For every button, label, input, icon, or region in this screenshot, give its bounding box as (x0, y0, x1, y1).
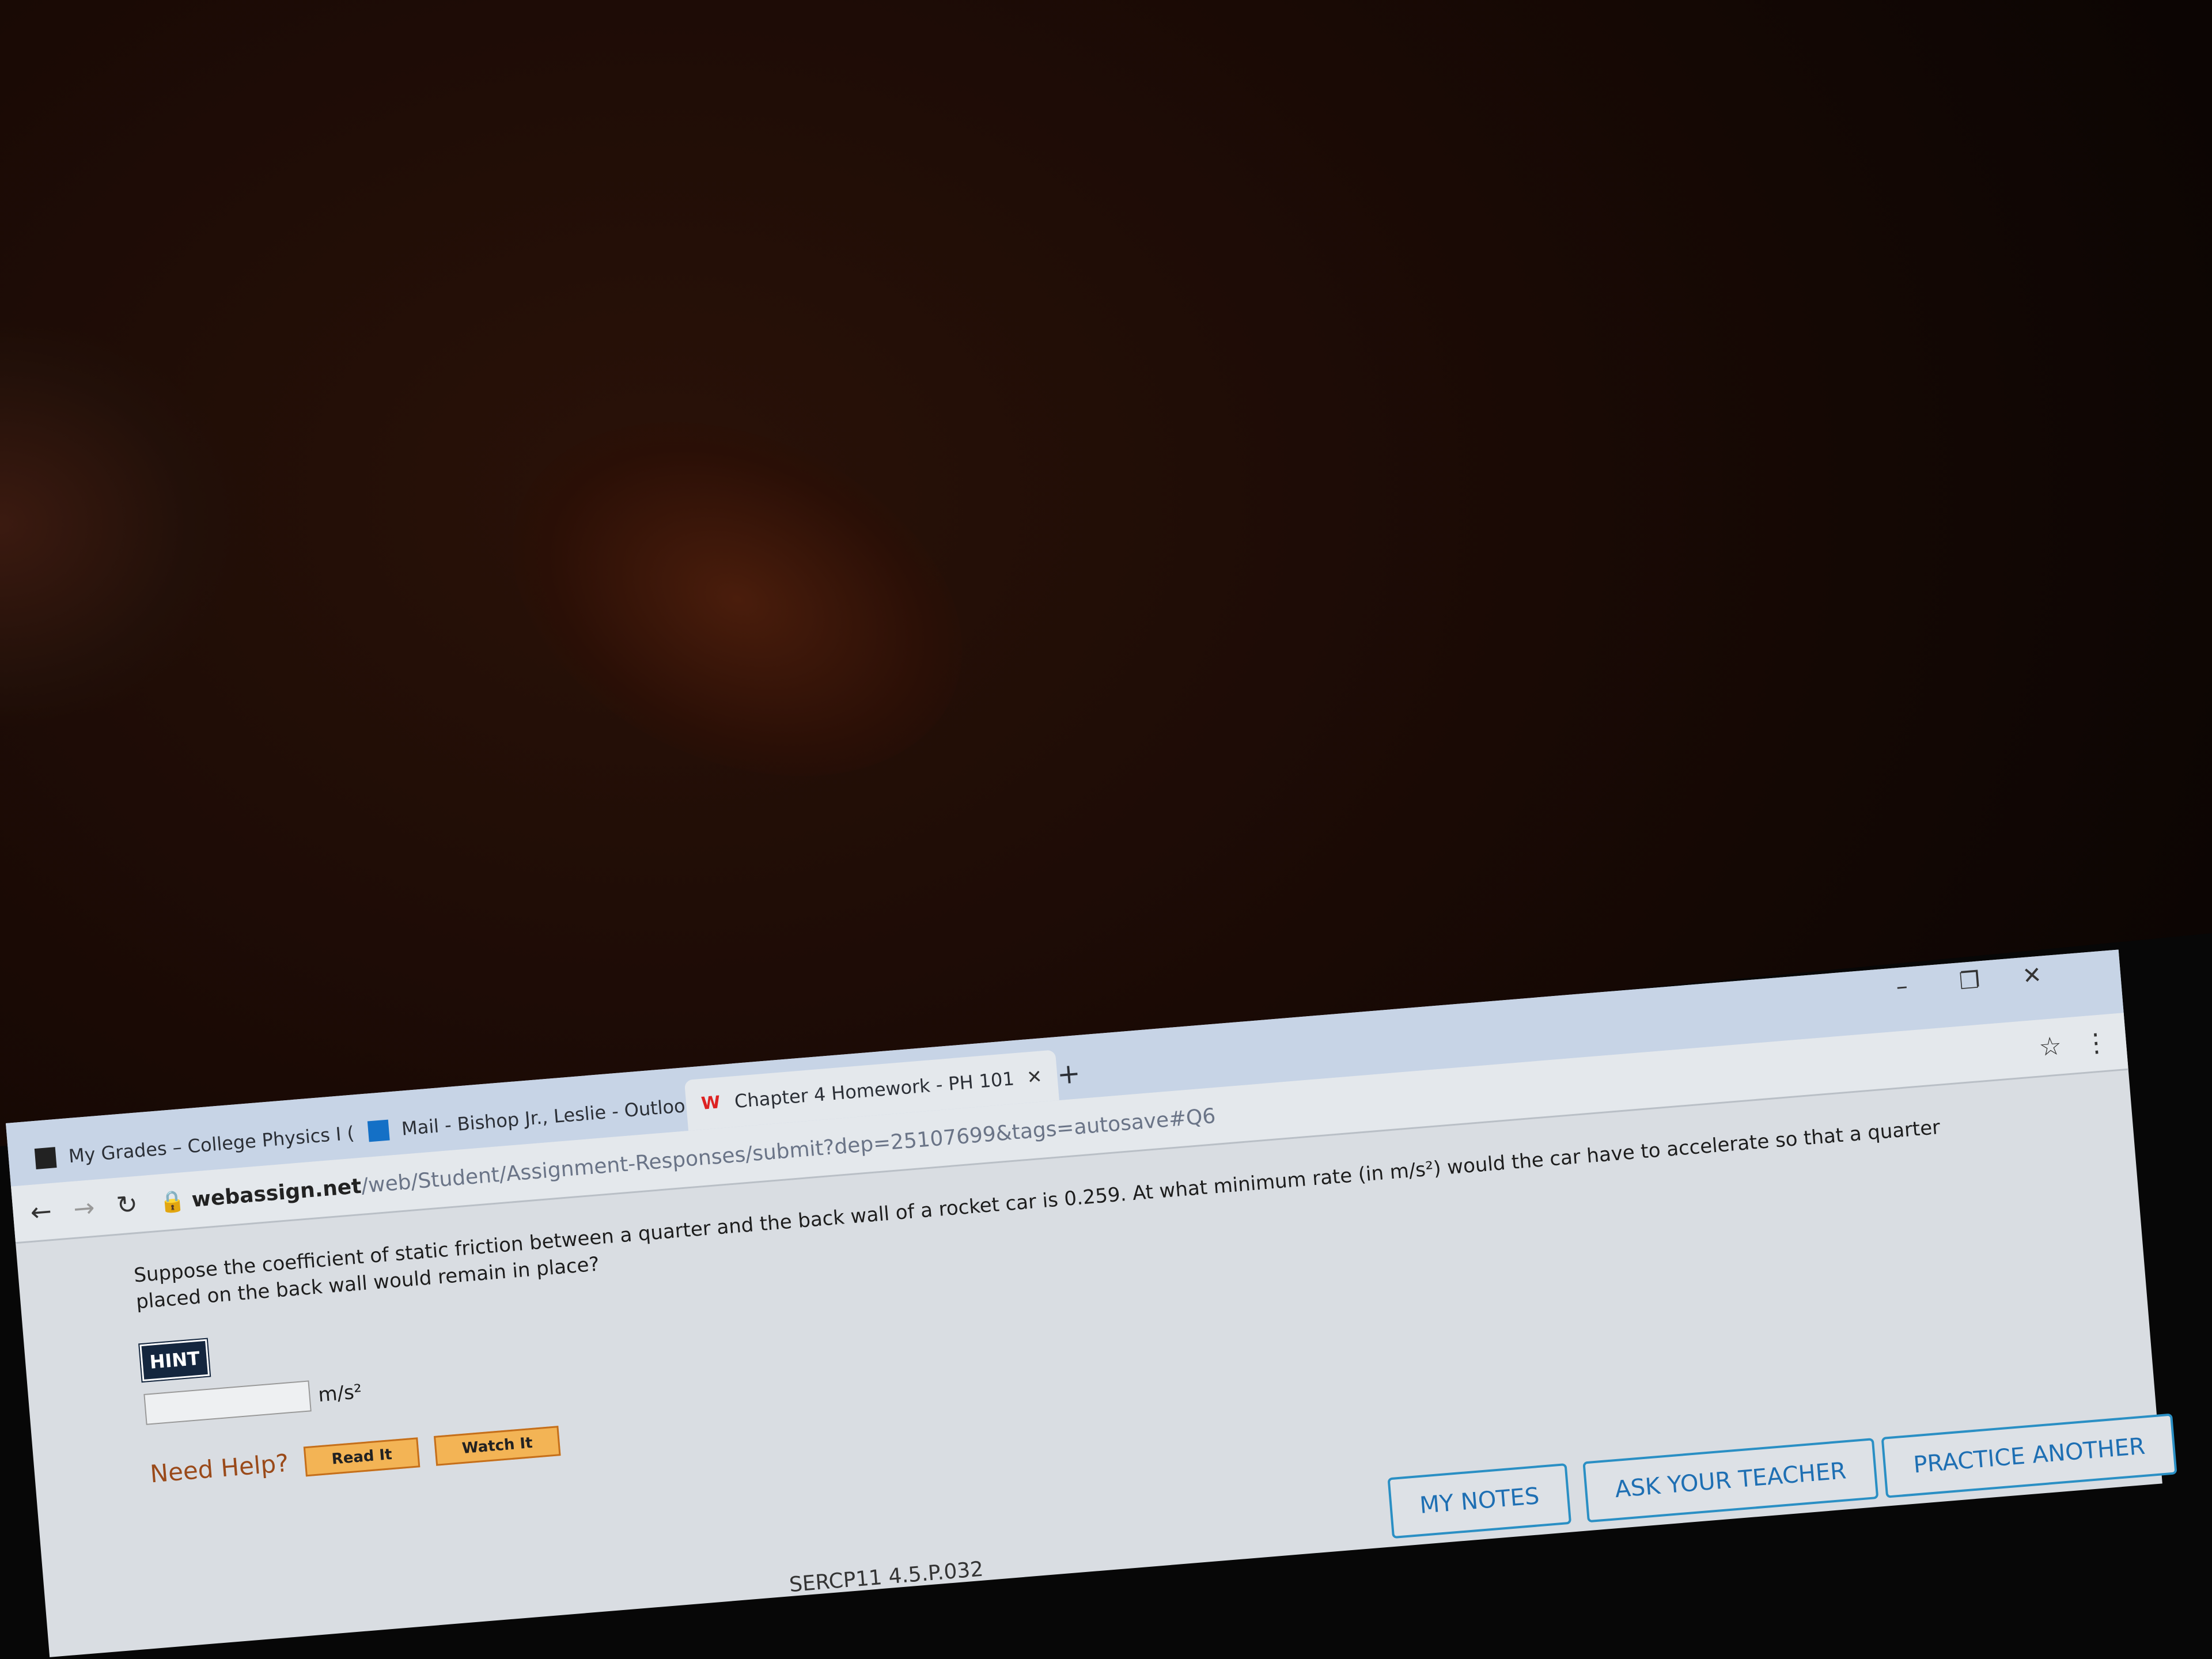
close-icon[interactable]: ✕ (1026, 1065, 1043, 1088)
need-help-label: Need Help? (149, 1449, 290, 1488)
back-icon[interactable]: ← (29, 1196, 53, 1228)
forward-icon[interactable]: → (72, 1193, 96, 1224)
minimize-icon[interactable]: – (1895, 973, 1909, 1000)
tab-label: Chapter 4 Homework - PH 101 (733, 1067, 1016, 1113)
outlook-icon (367, 1119, 390, 1142)
close-window-icon[interactable]: ✕ (2021, 962, 2043, 990)
background-object (0, 323, 242, 726)
watch-it-button[interactable]: Watch It (434, 1425, 561, 1466)
practice-another-button[interactable]: PRACTICE ANOTHER (1881, 1413, 2177, 1498)
background-object (455, 353, 1020, 846)
url-host: webassign.net (191, 1174, 362, 1212)
answer-input[interactable] (143, 1380, 312, 1425)
my-notes-button[interactable]: MY NOTES (1387, 1463, 1572, 1539)
tab-label: Mail - Bishop Jr., Leslie - Outlook (400, 1093, 697, 1140)
read-it-button[interactable]: Read It (303, 1437, 421, 1477)
new-tab-button[interactable]: + (1040, 1047, 1097, 1101)
blackboard-icon (34, 1147, 57, 1169)
restore-icon[interactable]: ❐ (1958, 967, 1981, 995)
unit-label: m/s² (317, 1380, 363, 1407)
webassign-icon: W (700, 1092, 721, 1114)
star-icon[interactable]: ☆ (2038, 1031, 2063, 1062)
reload-icon[interactable]: ↻ (115, 1190, 139, 1221)
ask-your-teacher-button[interactable]: ASK YOUR TEACHER (1582, 1438, 1878, 1523)
tab-label: My Grades – College Physics I ( (67, 1122, 355, 1168)
hint-button[interactable]: HINT (138, 1338, 211, 1383)
menu-icon[interactable]: ⋮ (2082, 1027, 2110, 1058)
